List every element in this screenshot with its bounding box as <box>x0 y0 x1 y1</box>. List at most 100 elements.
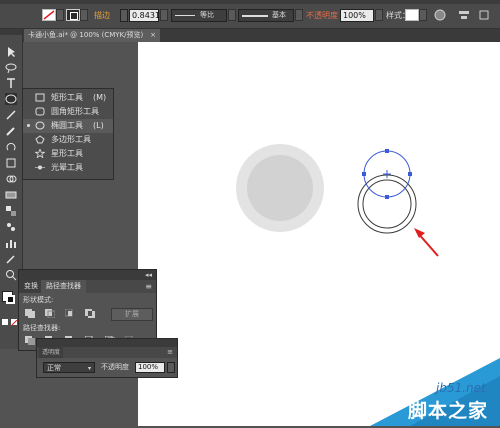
ellipse-tool-icon[interactable] <box>5 93 17 105</box>
profile1-dropdown[interactable] <box>228 9 236 21</box>
recolor-icon[interactable] <box>434 9 446 22</box>
intersect-icon[interactable] <box>65 309 75 318</box>
flyout-item-ellipse[interactable]: 椭圆工具 (L) <box>23 119 113 133</box>
tools-panel-header[interactable] <box>0 29 22 35</box>
stroke-swatch[interactable] <box>66 9 80 21</box>
rounded-rectangle-icon <box>35 107 45 116</box>
ring-inner <box>362 179 412 229</box>
polygon-icon <box>35 135 45 144</box>
selected-indicator <box>27 124 30 127</box>
flyout-item-rectangle[interactable]: 矩形工具 (M) <box>23 91 113 105</box>
unite-icon[interactable] <box>25 309 35 318</box>
flyout-item-polygon[interactable]: 多边形工具 <box>23 133 113 147</box>
expand-button[interactable]: 扩展 <box>111 308 153 321</box>
stroke-weight-dropdown[interactable] <box>160 9 168 21</box>
shape-modes-label: 形状模式: <box>23 296 54 304</box>
transparency-tabs: 透明度 ≡ <box>37 347 177 358</box>
divide-icon[interactable] <box>25 336 35 345</box>
profile2-dropdown[interactable] <box>295 9 303 21</box>
fill-swatch[interactable] <box>42 9 56 21</box>
arrow-icon <box>414 228 439 257</box>
stroke-weight-field[interactable]: 0.8431 <box>129 9 160 22</box>
blend-tool-icon[interactable] <box>5 205 17 217</box>
pathfinders-label: 路径查找器: <box>23 324 61 332</box>
free-transform-tool-icon[interactable] <box>5 157 17 169</box>
opacity-dropdown[interactable] <box>375 9 383 21</box>
watermark-url: jb51.net <box>436 381 486 395</box>
document-tab[interactable]: 卡通小鱼.ai* @ 100% (CMYK/预览) × <box>24 29 160 42</box>
eyedropper-tool-icon[interactable] <box>5 253 17 265</box>
flyout-item-rounded-rectangle[interactable]: 圆角矩形工具 <box>23 105 113 119</box>
color-mode-icon[interactable] <box>2 319 8 325</box>
collapse-icon[interactable]: ◂◂ <box>145 270 152 280</box>
transparency-panel: 透明度 ≡ 正常 ▾ 不透明度 100% <box>36 338 178 378</box>
opacity-label[interactable]: 不透明度 <box>306 9 338 22</box>
stroke-stepper[interactable] <box>120 9 128 22</box>
column-graph-tool-icon[interactable] <box>5 237 17 249</box>
profile1-label: 等比 <box>200 11 214 19</box>
ring-outer <box>357 174 417 234</box>
none-mode-icon[interactable] <box>10 319 18 327</box>
zoom-tool-icon[interactable] <box>5 269 17 281</box>
rectangle-icon <box>35 93 45 102</box>
symbol-sprayer-tool-icon[interactable] <box>5 221 17 233</box>
brush-definition[interactable]: 基本 <box>238 9 294 22</box>
watermark-name: 脚本之家 <box>408 400 489 422</box>
minus-front-icon[interactable] <box>45 309 55 318</box>
style-swatch[interactable] <box>405 9 419 21</box>
style-dropdown[interactable] <box>419 9 427 21</box>
pen-tool-icon[interactable] <box>5 109 17 121</box>
stroke-color-swatch[interactable] <box>6 295 15 304</box>
none-fill-icon <box>43 10 55 20</box>
gradient-tool-icon[interactable] <box>5 189 17 201</box>
flyout-label: 椭圆工具 <box>51 121 83 130</box>
ellipse-icon <box>35 121 45 130</box>
transparency-panel-header[interactable] <box>37 339 177 347</box>
type-tool-icon[interactable] <box>5 77 17 89</box>
flare-icon <box>35 165 45 170</box>
rotate-tool-icon[interactable] <box>5 141 17 153</box>
selection-tool-icon[interactable] <box>5 46 17 58</box>
panel-menu-icon[interactable]: ≡ <box>167 347 173 358</box>
anchor-point-right <box>408 172 412 176</box>
exclude-icon[interactable] <box>85 309 95 318</box>
variable-width-profile[interactable]: 等比 <box>171 9 227 22</box>
flyout-label: 矩形工具 <box>51 93 83 102</box>
blend-mode-value: 正常 <box>47 364 61 372</box>
lasso-tool-icon[interactable] <box>5 62 17 74</box>
flyout-shortcut: (L) <box>93 121 104 130</box>
transform-icon[interactable] <box>478 9 490 22</box>
chevron-down-icon: ▾ <box>87 365 91 372</box>
shape-tools-flyout: 矩形工具 (M) 圆角矩形工具 椭圆工具 (L) 多边形工具 星形工具 光晕工具 <box>22 88 114 180</box>
fill-dropdown[interactable] <box>56 9 64 21</box>
anchor-point-left <box>362 172 366 176</box>
flyout-label: 星形工具 <box>51 149 83 158</box>
tab-transparency[interactable]: 透明度 <box>39 347 64 358</box>
transparency-opacity-label: 不透明度 <box>101 363 129 371</box>
flyout-label: 多边形工具 <box>51 135 91 144</box>
blend-mode-select[interactable]: 正常 ▾ <box>43 362 95 373</box>
pathfinder-tabs: 变换 路径查找器 ≡ <box>19 280 156 293</box>
document-tab-title: 卡通小鱼.ai* @ 100% (CMYK/预览) <box>28 31 144 39</box>
stroke-dropdown[interactable] <box>80 9 88 21</box>
pathfinder-panel-header[interactable]: ◂◂ <box>19 270 156 280</box>
shape-builder-tool-icon[interactable] <box>5 173 17 185</box>
stroke-label[interactable]: 描边 <box>94 9 110 22</box>
flyout-label: 圆角矩形工具 <box>51 107 99 116</box>
tab-transform[interactable]: 变换 <box>19 280 43 293</box>
anchor-point-bottom <box>385 195 389 199</box>
align-icon[interactable] <box>458 9 470 22</box>
control-bar: 描边 0.8431 等比 基本 不透明度 100% 样式： <box>0 4 500 29</box>
flyout-item-star[interactable]: 星形工具 <box>23 147 113 161</box>
profile2-label: 基本 <box>272 11 286 19</box>
panel-menu-icon[interactable]: ≡ <box>145 280 152 293</box>
star-icon <box>35 149 45 158</box>
flyout-item-flare[interactable]: 光晕工具 <box>23 161 113 175</box>
close-icon[interactable]: × <box>150 29 156 42</box>
opacity-dropdown-button[interactable] <box>167 362 175 373</box>
transparency-opacity-field[interactable]: 100% <box>135 362 165 373</box>
tab-pathfinder[interactable]: 路径查找器 <box>41 280 86 293</box>
flyout-label: 光晕工具 <box>51 163 83 172</box>
pencil-tool-icon[interactable] <box>5 125 17 137</box>
opacity-field[interactable]: 100% <box>340 9 374 22</box>
